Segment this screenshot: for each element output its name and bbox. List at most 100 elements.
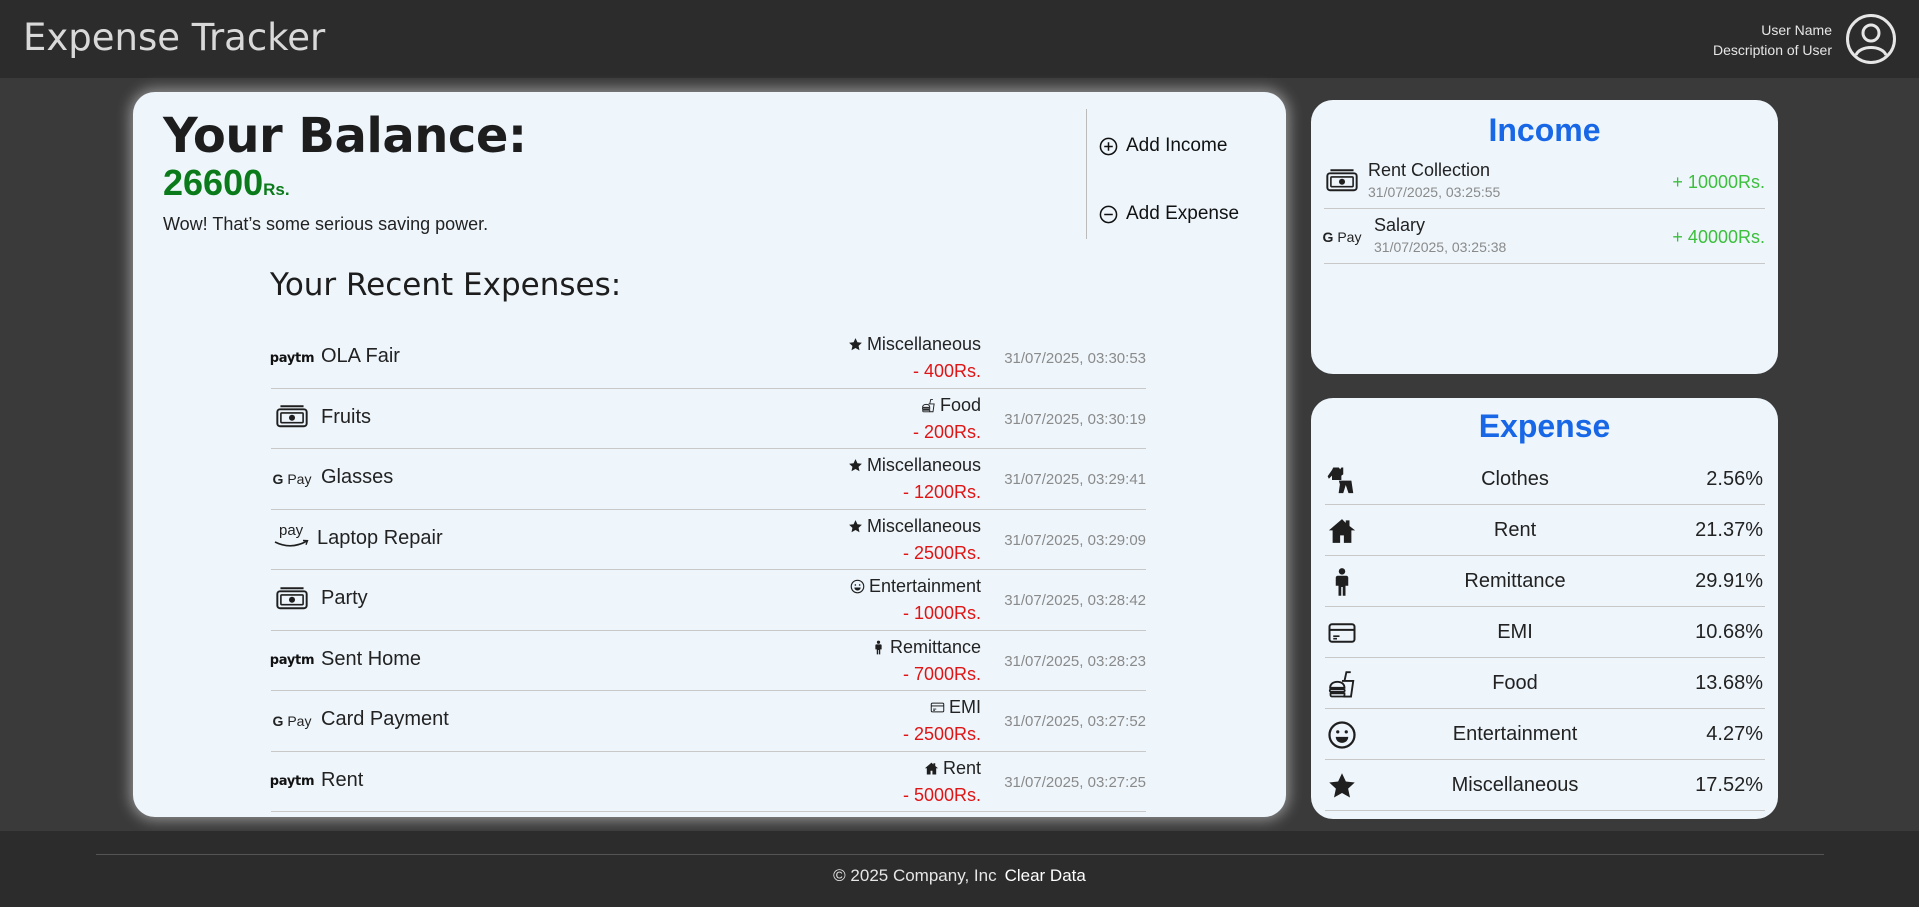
- expense-category-label: Remittance: [889, 636, 981, 657]
- paytm-logo-icon: paytm: [269, 774, 315, 789]
- expense-date: 31/07/2025, 03:30:19: [1004, 410, 1146, 428]
- expense-row[interactable]: G Pay Glasses Miscellaneous - 1200Rs. 31…: [271, 449, 1146, 510]
- user-avatar-icon[interactable]: [1845, 13, 1897, 65]
- breakdown-percent: 21.37%: [1695, 519, 1763, 541]
- page-footer: © 2025 Company, Inc Clear Data: [0, 831, 1919, 907]
- expense-category-label: EMI: [948, 697, 981, 717]
- star-icon: [848, 337, 863, 352]
- expense-name: Rent: [321, 768, 364, 791]
- breakdown-row: Miscellaneous 17.52%: [1325, 760, 1765, 811]
- expense-category-label: Rent: [942, 757, 981, 778]
- expense-category: Rent: [924, 758, 981, 779]
- income-name: Rent Collection: [1368, 160, 1491, 180]
- breakdown-percent: 10.68%: [1695, 621, 1763, 643]
- food-icon: [1325, 668, 1359, 700]
- breakdown-percent: 13.68%: [1695, 672, 1763, 694]
- smile-icon: [850, 579, 865, 594]
- smile-icon: [1325, 719, 1359, 751]
- balance-title: Your Balance:: [163, 108, 527, 164]
- recent-expenses-title: Your Recent Expenses:: [270, 267, 622, 303]
- gpay-logo-icon: G Pay: [272, 471, 312, 487]
- footer-text: © 2025 Company, Inc Clear Data: [0, 866, 1919, 886]
- expense-amount: - 200Rs.: [912, 421, 981, 442]
- breakdown-row: Remittance 29.91%: [1325, 556, 1765, 607]
- breakdown-label: Entertainment: [1452, 723, 1578, 745]
- card-icon: [930, 700, 945, 715]
- action-divider: [1086, 109, 1087, 239]
- expense-date: 31/07/2025, 03:30:53: [1004, 350, 1146, 367]
- expense-category-label: Miscellaneous: [866, 515, 981, 536]
- app-header: Expense Tracker User Name Description of…: [0, 0, 1919, 78]
- expense-category: Miscellaneous: [848, 334, 981, 355]
- plus-circle-icon: [1099, 137, 1118, 155]
- expense-breakdown-title: Expense: [1478, 408, 1611, 444]
- svg-text:pay: pay: [279, 522, 304, 539]
- expense-date: 31/07/2025, 03:28:23: [1004, 652, 1146, 670]
- app-title: Expense Tracker: [23, 16, 326, 59]
- breakdown-label: Miscellaneous: [1451, 774, 1579, 796]
- expense-category: Food: [921, 395, 981, 416]
- person-icon: [1325, 566, 1359, 598]
- paytm-logo-icon: paytm: [269, 350, 315, 366]
- footer-divider: [96, 854, 1824, 855]
- user-description: Description of User: [1712, 42, 1832, 58]
- recent-expenses-list: paytm OLA Fair Miscellaneous - 400Rs. 31…: [269, 328, 1146, 812]
- balance-card: Your Balance: 26600Rs. Wow! That’s some …: [133, 92, 1286, 817]
- balance-message: Wow! That’s some serious saving power.: [163, 214, 489, 234]
- breakdown-label: Remittance: [1464, 570, 1566, 592]
- minus-circle-icon: [1099, 205, 1118, 223]
- expense-row[interactable]: paytm OLA Fair Miscellaneous - 400Rs. 31…: [269, 328, 1146, 389]
- breakdown-label: Food: [1492, 672, 1538, 694]
- expense-row[interactable]: G Pay Card Payment EMI - 2500Rs. 31/07/2…: [271, 691, 1146, 752]
- expense-amount: - 7000Rs.: [902, 663, 981, 684]
- expense-row[interactable]: Party Entertainment - 1000Rs. 31/07/2025…: [271, 570, 1146, 631]
- cash-icon: [276, 403, 308, 434]
- user-name: User Name: [1761, 22, 1832, 38]
- income-row[interactable]: G Pay Salary 31/07/2025, 03:25:38 + 4000…: [1322, 209, 1765, 264]
- expense-date: 31/07/2025, 03:28:42: [1004, 592, 1146, 609]
- expense-name: OLA Fair: [321, 345, 400, 367]
- clear-data-link[interactable]: Clear Data: [1005, 866, 1086, 885]
- expense-category-label: Miscellaneous: [866, 334, 981, 354]
- cash-icon: [276, 585, 308, 616]
- income-amount: + 10000Rs.: [1672, 172, 1765, 192]
- expense-name: Laptop Repair: [317, 526, 443, 549]
- breakdown-percent: 2.56%: [1706, 468, 1763, 490]
- expense-name: Glasses: [321, 466, 394, 488]
- income-date: 31/07/2025, 03:25:55: [1368, 184, 1501, 200]
- expense-row[interactable]: Fruits Food - 200Rs. 31/07/2025, 03:30:1…: [271, 389, 1146, 449]
- add-expense-button[interactable]: Add Expense: [1099, 203, 1239, 225]
- expense-row[interactable]: paytm Sent Home Remittance - 7000Rs. 31/…: [270, 631, 1146, 691]
- expense-category: Miscellaneous: [848, 455, 981, 476]
- expense-category-label: Food: [939, 394, 981, 415]
- breakdown-label: Clothes: [1481, 468, 1549, 490]
- card-icon: [1325, 617, 1359, 649]
- cash-icon: [1326, 167, 1358, 198]
- gpay-logo-icon: G Pay: [1322, 229, 1362, 245]
- income-list: Rent Collection 31/07/2025, 03:25:55 + 1…: [1322, 154, 1765, 264]
- breakdown-label: Rent: [1493, 519, 1537, 541]
- add-income-button[interactable]: Add Income: [1099, 135, 1227, 157]
- income-title: Income: [1488, 112, 1601, 148]
- user-info: User Name Description of User: [1713, 20, 1832, 60]
- expense-breakdown-list: Clothes 2.56% Rent 21.37% Remittance 29.…: [1325, 454, 1765, 811]
- breakdown-row: Rent 21.37%: [1325, 505, 1765, 556]
- star-icon: [848, 458, 863, 473]
- income-date: 31/07/2025, 03:25:38: [1374, 239, 1507, 255]
- expense-name: Party: [321, 587, 368, 609]
- expense-category-label: Miscellaneous: [866, 455, 981, 475]
- breakdown-row: Clothes 2.56%: [1325, 454, 1765, 505]
- expense-row[interactable]: pay Laptop Repair Miscellaneous - 2500Rs…: [271, 510, 1146, 570]
- expense-amount: - 2500Rs.: [902, 542, 981, 563]
- expense-category: Miscellaneous: [848, 516, 981, 537]
- income-row[interactable]: Rent Collection 31/07/2025, 03:25:55 + 1…: [1324, 154, 1765, 209]
- expense-name: Sent Home: [321, 647, 422, 670]
- expense-name: Card Payment: [321, 708, 449, 730]
- expense-row[interactable]: paytm Rent Rent - 5000Rs. 31/07/2025, 03…: [269, 752, 1146, 812]
- breakdown-percent: 17.52%: [1695, 774, 1763, 796]
- expense-category: Remittance: [871, 637, 981, 658]
- breakdown-percent: 4.27%: [1706, 723, 1763, 745]
- amazon-pay-logo-icon: pay: [272, 522, 312, 557]
- expense-category: EMI: [930, 697, 981, 718]
- income-card: Income Rent Collection 31/07/2025, 03:25…: [1311, 100, 1778, 374]
